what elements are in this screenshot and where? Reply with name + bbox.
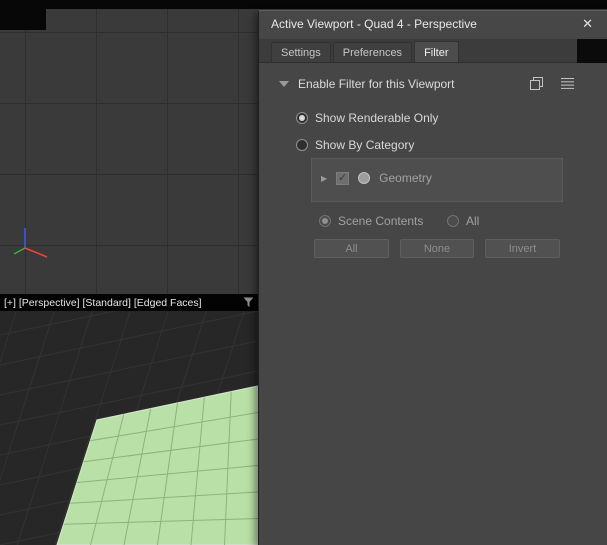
enable-filter-label: Enable Filter for this Viewport — [298, 77, 455, 91]
screen: [+] [Perspective] [Standard] [Edged Face… — [0, 0, 607, 545]
category-list-box: ▶ ✓ Geometry — [311, 158, 563, 202]
tree-expand-icon[interactable]: ▶ — [321, 174, 327, 183]
category-tree-row[interactable]: ▶ ✓ Geometry — [321, 171, 432, 185]
scene-contents-label: Scene Contents — [338, 214, 424, 228]
scene-contents-row[interactable]: Scene Contents — [319, 214, 423, 228]
copy-icon[interactable] — [530, 77, 543, 93]
list-icon[interactable] — [561, 77, 574, 93]
show-renderable-row[interactable]: Show Renderable Only — [296, 111, 438, 125]
active-viewport-dialog: Active Viewport - Quad 4 - Perspective ✕… — [258, 10, 607, 545]
invert-button[interactable]: Invert — [485, 239, 560, 258]
all-button[interactable]: All — [314, 239, 389, 258]
tab-strip: Settings Preferences Filter — [259, 39, 607, 63]
show-by-category-radio[interactable] — [296, 139, 308, 151]
geometry-checkbox[interactable]: ✓ — [336, 171, 350, 185]
all-radio[interactable] — [447, 215, 459, 227]
tab-preferences[interactable]: Preferences — [332, 42, 413, 62]
scene-contents-radio[interactable] — [319, 215, 331, 227]
collapse-arrow-icon[interactable] — [279, 81, 289, 87]
all-radio-row[interactable]: All — [447, 214, 479, 228]
show-by-category-label: Show By Category — [315, 138, 415, 152]
none-button[interactable]: None — [400, 239, 474, 258]
enable-filter-row[interactable]: Enable Filter for this Viewport — [259, 73, 607, 95]
geometry-label: Geometry — [379, 171, 432, 185]
all-radio-label: All — [466, 214, 480, 228]
geometry-radio[interactable] — [358, 172, 371, 184]
show-renderable-radio[interactable] — [296, 112, 308, 124]
viewport-label-bar[interactable]: [+] [Perspective] [Standard] [Edged Face… — [0, 294, 258, 311]
tab-filter[interactable]: Filter — [414, 41, 459, 62]
dialog-title: Active Viewport - Quad 4 - Perspective — [271, 17, 477, 31]
show-by-category-row[interactable]: Show By Category — [296, 138, 414, 152]
viewport-label[interactable]: [+] [Perspective] [Standard] [Edged Face… — [4, 297, 202, 309]
close-icon[interactable]: ✕ — [580, 16, 595, 32]
viewport-filter-funnel-icon[interactable] — [243, 297, 254, 308]
show-renderable-label: Show Renderable Only — [315, 111, 439, 125]
tab-strip-filler — [577, 39, 607, 63]
tab-settings[interactable]: Settings — [271, 42, 331, 62]
dialog-title-bar[interactable]: Active Viewport - Quad 4 - Perspective ✕ — [259, 11, 607, 37]
